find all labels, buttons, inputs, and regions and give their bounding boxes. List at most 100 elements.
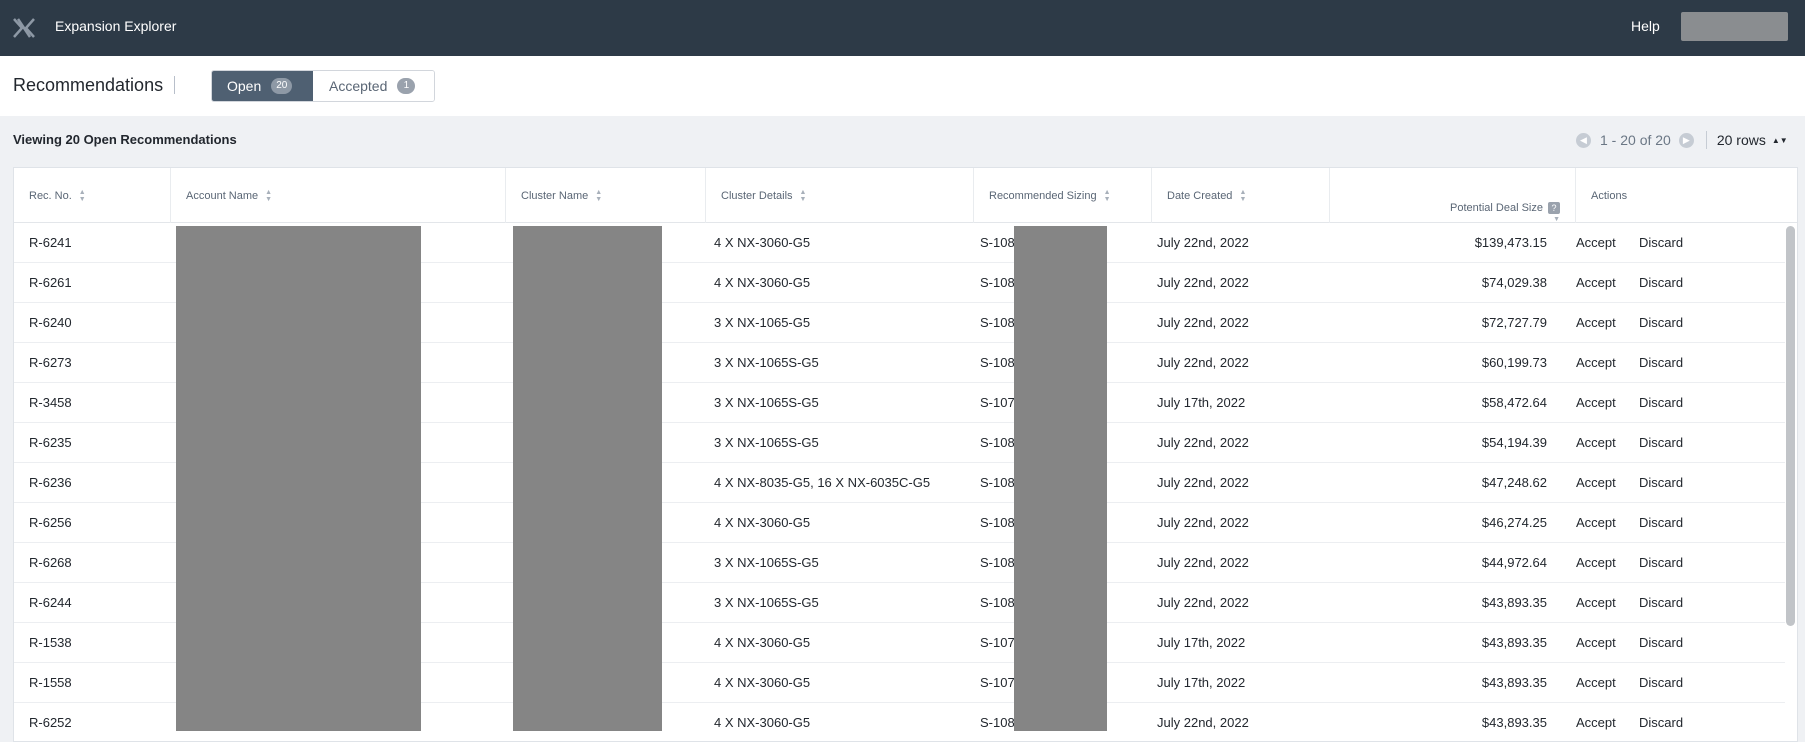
sort-icon: ▲▼ [78,188,86,203]
accept-button[interactable]: Accept [1576,555,1616,570]
discard-button[interactable]: Discard [1639,315,1683,330]
tab-open[interactable]: Open 20 [212,71,313,101]
discard-button[interactable]: Discard [1639,235,1683,250]
cluster-details-cell: 3 X NX-1065S-G5 [714,435,819,450]
discard-button[interactable]: Discard [1639,675,1683,690]
help-link[interactable]: Help [1631,18,1660,34]
tab-accepted-label: Accepted [329,78,388,94]
accept-button[interactable]: Accept [1576,635,1616,650]
chevron-right-icon[interactable]: ▶ [1678,132,1694,148]
date-created-cell: July 22nd, 2022 [1157,315,1249,330]
discard-button[interactable]: Discard [1639,635,1683,650]
tab-open-label: Open [227,78,262,94]
page-header: Recommendations Open 20 Accepted 1 [0,56,1805,116]
cluster-details-cell: 3 X NX-1065S-G5 [714,555,819,570]
discard-button[interactable]: Discard [1639,555,1683,570]
column-header-recommended-sizing[interactable]: Recommended Sizing ▲ ▼ [974,168,1152,223]
tab-accepted[interactable]: Accepted 1 [313,71,434,101]
potential-deal-size-cell: $74,029.38 [1481,275,1547,290]
column-header-label: Actions [1591,189,1628,202]
potential-deal-size-cell: $72,727.79 [1481,315,1547,330]
viewing-summary: Viewing 20 Open Recommendations [13,132,237,147]
recommended-sizing-cell: S-108 [980,475,1015,490]
accept-button[interactable]: Accept [1576,315,1616,330]
cluster-details-cell: 3 X NX-1065S-G5 [714,595,819,610]
redacted-cluster-names [513,226,662,731]
recommended-sizing-cell: S-108 [980,515,1015,530]
app-title: Expansion Explorer [55,18,177,34]
date-created-cell: July 22nd, 2022 [1157,435,1249,450]
potential-deal-size-cell: $43,893.35 [1481,595,1547,610]
potential-deal-size-cell: $60,199.73 [1481,355,1547,370]
chevron-left-icon[interactable]: ◀ [1576,132,1591,148]
cluster-details-cell: 4 X NX-3060-G5 [714,635,811,650]
column-header-rec-no[interactable]: Rec. No. ▲ ▼ [14,168,171,223]
discard-button[interactable]: Discard [1639,395,1683,410]
date-created-cell: July 17th, 2022 [1157,395,1246,410]
date-created-cell: July 22nd, 2022 [1157,555,1249,570]
date-created-cell: July 22nd, 2022 [1157,515,1249,530]
potential-deal-size-cell: $54,194.39 [1481,435,1547,450]
accept-button[interactable]: Accept [1576,515,1616,530]
date-created-cell: July 22nd, 2022 [1157,715,1249,730]
recommended-sizing-cell: S-107 [980,675,1015,690]
potential-deal-size-cell: $139,473.15 [1474,235,1547,250]
column-header-date-created[interactable]: Date Created ▲ ▼ [1152,168,1330,223]
rec-no-cell: R-6235 [29,435,72,450]
rec-no-cell: R-6273 [29,355,72,370]
question-icon[interactable]: ? [1548,202,1560,214]
accept-button[interactable]: Accept [1576,395,1616,410]
rec-no-cell: R-6241 [29,235,72,250]
potential-deal-size-cell: $58,472.64 [1481,395,1547,410]
discard-button[interactable]: Discard [1639,355,1683,370]
accept-button[interactable]: Accept [1576,235,1616,250]
date-created-cell: July 22nd, 2022 [1157,275,1249,290]
rec-no-cell: R-6240 [29,315,72,330]
discard-button[interactable]: Discard [1639,275,1683,290]
discard-button[interactable]: Discard [1639,475,1683,490]
recommendations-table: Rec. No. ▲ ▼ Account Name ▲ ▼ Cluster Name… [13,167,1798,742]
recommended-sizing-cell: S-108 [980,315,1015,330]
redacted-sizing-details [1014,226,1107,731]
table-scrollbar[interactable] [1786,226,1795,626]
tab-accepted-count-badge: 1 [397,78,416,94]
recommended-sizing-cell: S-108 [980,275,1015,290]
sort-icon: ▼ [1553,216,1560,223]
accept-button[interactable]: Accept [1576,715,1616,730]
column-header-cluster-name[interactable]: Cluster Name ▲ ▼ [506,168,706,223]
top-bar: Expansion Explorer Help [0,0,1805,56]
recommended-sizing-cell: S-108 [980,355,1015,370]
user-menu[interactable] [1681,12,1788,41]
accept-button[interactable]: Accept [1576,275,1616,290]
sort-icon: ▲▼ [799,188,807,203]
rows-per-page-label: 20 rows [1716,132,1766,148]
accept-button[interactable]: Accept [1576,435,1616,450]
accept-button[interactable]: Accept [1576,675,1616,690]
accept-button[interactable]: Accept [1576,355,1616,370]
discard-button[interactable]: Discard [1639,435,1683,450]
date-created-cell: July 22nd, 2022 [1157,355,1249,370]
recommended-sizing-cell: S-107 [980,635,1015,650]
rec-no-cell: R-6244 [29,595,72,610]
discard-button[interactable]: Discard [1639,515,1683,530]
date-created-cell: July 22nd, 2022 [1157,595,1249,610]
sort-icon: ▲▼ [1103,188,1111,203]
accept-button[interactable]: Accept [1576,595,1616,610]
discard-button[interactable]: Discard [1639,715,1683,730]
date-created-cell: July 22nd, 2022 [1157,475,1249,490]
sort-icon: ▲▼ [265,188,273,203]
rows-per-page-select[interactable]: 20 rows ▲▼ [1717,132,1788,148]
recommended-sizing-cell: S-107 [980,395,1015,410]
column-header-potential-deal-size[interactable]: Potential Deal Size ? ▼ [1330,168,1576,223]
tab-open-count-badge: 20 [271,78,293,94]
pagination: ◀ 1 - 20 of 20 ▶ 20 rows ▲▼ [1576,131,1788,149]
column-header-cluster-details[interactable]: Cluster Details ▲ ▼ [706,168,974,223]
column-header-account-name[interactable]: Account Name ▲ ▼ [171,168,506,223]
rec-no-cell: R-6261 [29,275,72,290]
discard-button[interactable]: Discard [1639,595,1683,610]
table-header: Rec. No. ▲ ▼ Account Name ▲ ▼ Cluster Name… [14,168,1797,223]
column-header-actions: Actions [1576,168,1797,223]
x-logo-icon[interactable] [12,16,36,40]
accept-button[interactable]: Accept [1576,475,1616,490]
column-header-label: Account Name [186,189,259,202]
